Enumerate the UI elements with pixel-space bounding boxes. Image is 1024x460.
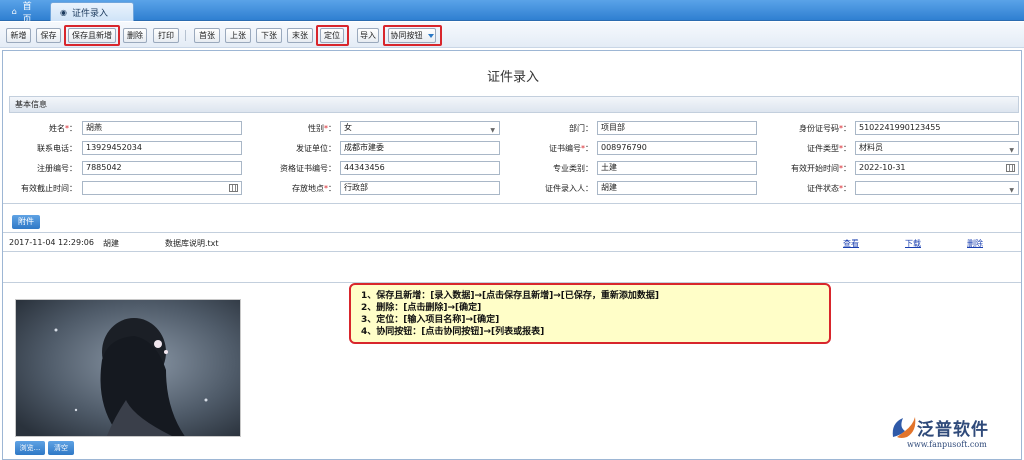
- tab-bar: ⌂ 首页 ◉ 证件录入: [0, 0, 1024, 25]
- next-button[interactable]: 下张: [256, 28, 282, 43]
- page-icon: ◉: [60, 7, 67, 17]
- toolbar-separator: [185, 30, 186, 41]
- attachment-button[interactable]: 附件: [12, 215, 40, 229]
- logo-name: 泛普软件: [917, 420, 989, 440]
- cert-no-field[interactable]: 008976790: [597, 141, 757, 155]
- attachment-row: 2017-11-04 12:29:06 胡建 数据库说明.txt 查看 下载 删…: [3, 237, 1021, 251]
- delete-button[interactable]: 删除: [123, 28, 147, 43]
- prev-button[interactable]: 上张: [225, 28, 251, 43]
- id-label: 身份证号码*：: [799, 124, 851, 133]
- page-title: 证件录入: [486, 70, 539, 85]
- major-field[interactable]: 土建: [597, 161, 757, 175]
- qual-no-label: 资格证书编号：: [280, 164, 336, 173]
- start-date-field[interactable]: 2022-10-31: [855, 161, 1019, 175]
- attachment-filename: 数据库说明.txt: [165, 239, 219, 248]
- delete-link[interactable]: 删除: [967, 238, 983, 249]
- phone-field[interactable]: 13929452034: [82, 141, 242, 155]
- divider: [3, 232, 1021, 233]
- chevron-down-icon: ▼: [490, 127, 495, 134]
- view-link[interactable]: 查看: [843, 238, 859, 249]
- highlight-collab: [383, 25, 442, 46]
- place-label: 存放地点*：: [292, 184, 336, 193]
- gender-select[interactable]: 女 ▼: [340, 121, 500, 135]
- status-label: 证件状态*：: [807, 184, 851, 193]
- tab-certificate-entry[interactable]: ◉ 证件录入: [50, 2, 134, 21]
- issuer-label: 发证单位：: [296, 144, 336, 153]
- note-line-4: 4、协同按钮：[点击协同按钮]→[列表或报表]: [361, 327, 545, 337]
- chevron-down-icon: ▼: [1009, 187, 1014, 194]
- import-button[interactable]: 导入: [357, 28, 379, 43]
- highlight-save-add: [64, 25, 120, 46]
- cert-no-label: 证书编号*：: [549, 144, 593, 153]
- home-icon: ⌂: [11, 7, 17, 16]
- phone-label: 联系电话：: [37, 144, 77, 153]
- save-button[interactable]: 保存: [36, 28, 61, 43]
- place-field[interactable]: 行政部: [340, 181, 500, 195]
- id-field[interactable]: 5102241990123455: [855, 121, 1019, 135]
- entry-person-label: 证件录入人：: [545, 184, 593, 193]
- calendar-icon[interactable]: [229, 184, 238, 192]
- tab-home-label: 首页: [22, 1, 32, 25]
- reg-no-field[interactable]: 7885042: [82, 161, 242, 175]
- logo-url: www.fanpusoft.com: [907, 440, 987, 449]
- divider: [3, 251, 1021, 252]
- fanpusoft-logo: 泛普软件 www.fanpusoft.com: [887, 413, 1023, 457]
- last-button[interactable]: 末张: [287, 28, 313, 43]
- end-date-label: 有效截止时间：: [21, 184, 77, 193]
- add-button[interactable]: 新增: [6, 28, 31, 43]
- basic-info-header: 基本信息: [9, 96, 1019, 113]
- cert-type-label: 证件类型*：: [807, 144, 851, 153]
- status-select[interactable]: ▼: [855, 181, 1019, 195]
- download-link[interactable]: 下载: [905, 238, 921, 249]
- tab-active-label: 证件录入: [72, 8, 109, 19]
- form-page: 证件录入 基本信息 姓名*： 胡燕 性别*： 女 ▼ 部门： 项目部 身份证号码*…: [2, 50, 1022, 460]
- cert-type-select[interactable]: 材料员 ▼: [855, 141, 1019, 155]
- attachment-time: 2017-11-04 12:29:06: [9, 238, 94, 247]
- dept-field[interactable]: 项目部: [597, 121, 757, 135]
- divider: [3, 203, 1021, 204]
- toolbar: 新增 保存 保存且新增 删除 打印 首张 上张 下张 末张 定位 导入 协同按钮: [0, 22, 1024, 48]
- reg-no-label: 注册编号：: [37, 164, 77, 173]
- major-label: 专业类别：: [553, 164, 593, 173]
- start-date-label: 有效开始时间*：: [791, 164, 851, 173]
- gender-label: 性别*：: [308, 124, 336, 133]
- note-line-2: 2、删除：[点击删除]→[确定]: [361, 303, 482, 313]
- clear-button[interactable]: 清空: [48, 441, 74, 455]
- portrait-illustration: [16, 300, 240, 436]
- note-line-1: 1、保存且新增：[录入数据]→[点击保存且新增]→[已保存，重新添加数据]: [361, 291, 660, 301]
- logo-mark-icon: [892, 417, 916, 438]
- chevron-down-icon: ▼: [1009, 147, 1014, 154]
- attachment-user: 胡建: [103, 239, 119, 248]
- calendar-icon[interactable]: [1006, 164, 1015, 172]
- browse-button[interactable]: 浏览...: [15, 441, 45, 455]
- end-date-field[interactable]: [82, 181, 242, 195]
- name-label: 姓名*：: [49, 124, 77, 133]
- dept-label: 部门：: [569, 124, 593, 133]
- certificate-photo: [15, 299, 241, 437]
- highlight-locate: [316, 25, 349, 46]
- issuer-field[interactable]: 成都市建委: [340, 141, 500, 155]
- instruction-callout: 1、保存且新增：[录入数据]→[点击保存且新增]→[已保存，重新添加数据] 2、…: [349, 283, 831, 344]
- print-button[interactable]: 打印: [153, 28, 179, 43]
- tab-home[interactable]: ⌂ 首页: [2, 2, 48, 25]
- name-field[interactable]: 胡燕: [82, 121, 242, 135]
- entry-person-field[interactable]: 胡建: [597, 181, 757, 195]
- qual-no-field[interactable]: 44343456: [340, 161, 500, 175]
- first-button[interactable]: 首张: [194, 28, 220, 43]
- note-line-3: 3、定位：[输入项目名称]→[确定]: [361, 315, 500, 325]
